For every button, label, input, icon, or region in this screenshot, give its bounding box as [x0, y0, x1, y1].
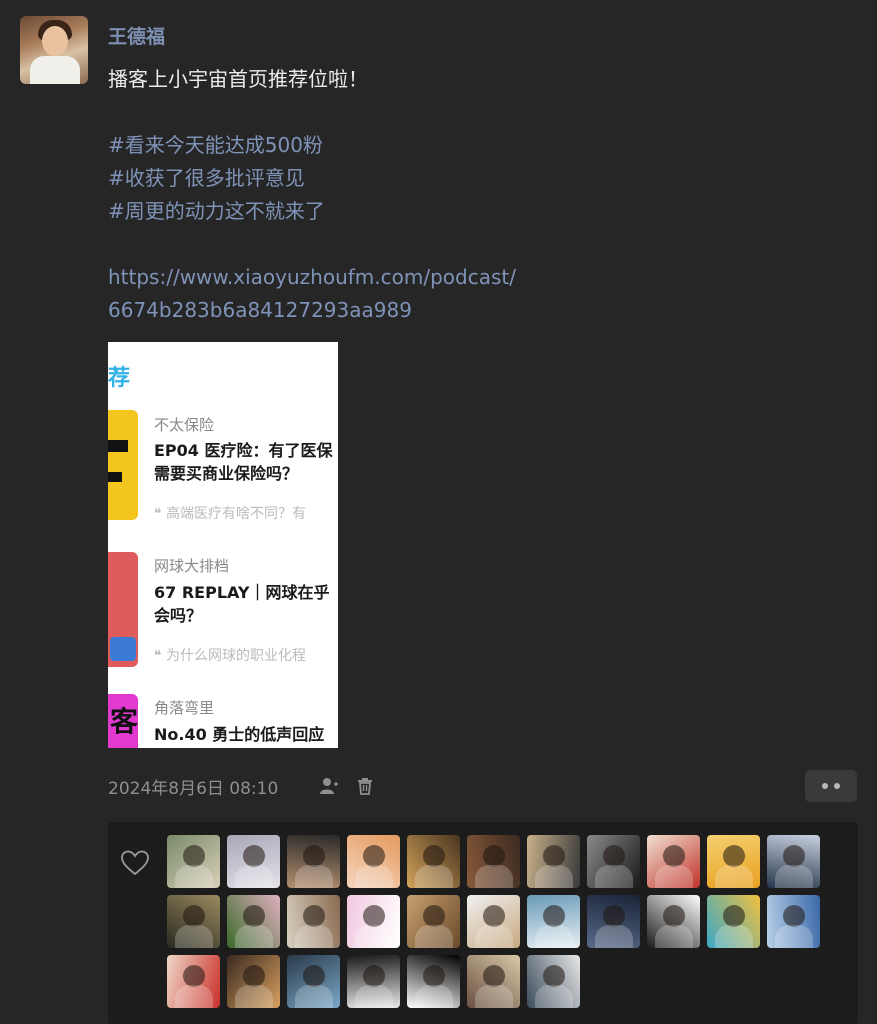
- post-line-blank: [108, 228, 828, 261]
- post-line-blank: [108, 96, 828, 129]
- episode-quote: ❝ 高端医疗有啥不同？有: [154, 506, 306, 522]
- hashtag[interactable]: #看来今天能达成500粉: [108, 129, 828, 162]
- episode-quote: ❝ 为什么网球的职业化程: [154, 648, 306, 664]
- trash-icon[interactable]: [355, 776, 375, 796]
- liker-avatar[interactable]: [227, 835, 280, 888]
- episode-title: 67 REPLAY｜网球在乎: [154, 583, 330, 602]
- post-text: 播客上小宇宙首页推荐位啦！ #看来今天能达成500粉 #收获了很多批评意见 #周…: [108, 63, 828, 327]
- more-button[interactable]: [805, 770, 857, 802]
- podcast-cover: [108, 410, 138, 520]
- attached-image[interactable]: 荐 不太保险 EP04 医疗险：有了医保 需要买商业保险吗？ ❝ 高端医疗有啥不…: [108, 342, 338, 748]
- podcast-cover: [108, 552, 138, 667]
- liker-avatar[interactable]: [407, 955, 460, 1008]
- post-link[interactable]: 6674b283b6a84127293aa989: [108, 294, 828, 327]
- post-line: 播客上小宇宙首页推荐位啦！: [108, 67, 368, 91]
- heart-icon: [121, 850, 149, 876]
- podcast-cover: 客: [108, 694, 138, 748]
- podcast-name: 网球大排档: [154, 557, 230, 575]
- liker-avatar[interactable]: [347, 895, 400, 948]
- liker-avatar[interactable]: [167, 835, 220, 888]
- liker-avatar[interactable]: [467, 895, 520, 948]
- liker-avatar[interactable]: [287, 955, 340, 1008]
- liker-avatar[interactable]: [287, 895, 340, 948]
- more-dots-icon: [822, 783, 828, 789]
- image-header: 荐: [108, 366, 131, 391]
- liker-avatar[interactable]: [527, 955, 580, 1008]
- liker-avatar[interactable]: [647, 835, 700, 888]
- liker-avatar[interactable]: [287, 835, 340, 888]
- likes-panel: [108, 822, 858, 1024]
- author-name[interactable]: 王德福: [108, 22, 165, 49]
- liker-avatar[interactable]: [527, 895, 580, 948]
- liker-avatar[interactable]: [467, 955, 520, 1008]
- liker-avatar[interactable]: [647, 895, 700, 948]
- author-avatar[interactable]: [20, 16, 88, 84]
- person-icon[interactable]: [319, 776, 339, 796]
- liker-avatar[interactable]: [707, 895, 760, 948]
- episode-title: 会吗？: [154, 606, 203, 625]
- liker-avatar[interactable]: [707, 835, 760, 888]
- liker-avatar[interactable]: [767, 895, 820, 948]
- liker-avatar[interactable]: [227, 955, 280, 1008]
- liker-avatar[interactable]: [167, 955, 220, 1008]
- liker-avatar[interactable]: [227, 895, 280, 948]
- liker-avatar[interactable]: [407, 835, 460, 888]
- liker-avatar[interactable]: [167, 895, 220, 948]
- episode-title: 需要买商业保险吗？: [154, 464, 299, 483]
- podcast-name: 角落弯里: [154, 699, 215, 717]
- hashtag[interactable]: #周更的动力这不就来了: [108, 195, 828, 228]
- episode-title: EP04 医疗险：有了医保: [154, 441, 333, 460]
- liker-avatar[interactable]: [467, 835, 520, 888]
- liker-avatar[interactable]: [407, 895, 460, 948]
- liker-avatar[interactable]: [347, 835, 400, 888]
- post-link[interactable]: https://www.xiaoyuzhoufm.com/podcast/: [108, 261, 828, 294]
- liker-avatar[interactable]: [527, 835, 580, 888]
- episode-title: No.40 勇士的低声回应: [154, 725, 325, 744]
- liker-avatar[interactable]: [767, 835, 820, 888]
- liker-avatar[interactable]: [587, 895, 640, 948]
- hashtag[interactable]: #收获了很多批评意见: [108, 162, 828, 195]
- liker-avatar[interactable]: [347, 955, 400, 1008]
- podcast-name: 不太保险: [154, 416, 215, 434]
- liker-avatar[interactable]: [587, 835, 640, 888]
- post-timestamp: 2024年8月6日 08:10: [108, 779, 279, 799]
